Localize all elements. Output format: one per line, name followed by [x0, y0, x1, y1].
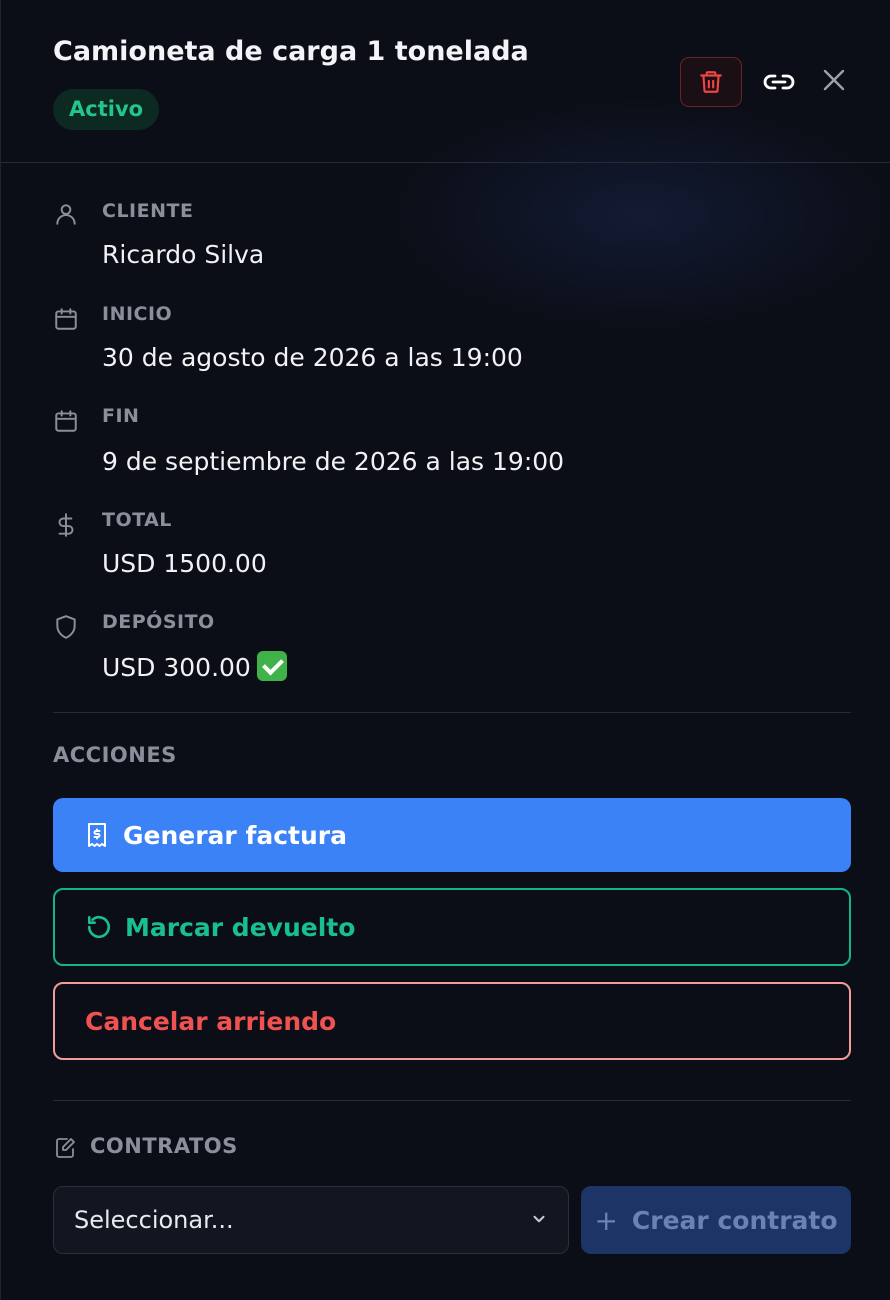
- delete-button[interactable]: [680, 57, 742, 107]
- create-contract-button[interactable]: + Crear contrato: [581, 1186, 851, 1254]
- rotate-ccw-icon: [85, 913, 113, 941]
- field-label: CLIENTE: [102, 200, 194, 222]
- divider: [53, 712, 851, 713]
- generate-invoice-button[interactable]: Generar factura: [53, 798, 851, 872]
- close-icon: [823, 69, 845, 91]
- plus-icon: +: [594, 1203, 618, 1237]
- deposit-amount: USD 300.00: [102, 653, 251, 682]
- field-value: 30 de agosto de 2026 a las 19:00: [102, 343, 523, 372]
- copy-link-button[interactable]: [760, 64, 798, 100]
- field-label: FIN: [102, 405, 140, 427]
- field-label: DEPÓSITO: [102, 611, 215, 633]
- field-label: INICIO: [102, 303, 173, 325]
- section-label-contracts: CONTRATOS: [90, 1134, 238, 1158]
- button-label: Crear contrato: [631, 1205, 838, 1235]
- user-icon: [56, 204, 76, 225]
- panel-header: Camioneta de carga 1 tonelada Activo: [1, 0, 890, 163]
- button-label: Cancelar arriendo: [85, 1006, 337, 1036]
- receipt-icon: [83, 821, 111, 849]
- field-value: Ricardo Silva: [102, 240, 265, 269]
- contract-template-select[interactable]: Seleccionar...: [53, 1186, 569, 1254]
- select-value: Seleccionar...: [74, 1206, 234, 1234]
- divider: [53, 1100, 851, 1101]
- link-icon: [763, 74, 795, 90]
- button-label: Marcar devuelto: [125, 912, 356, 942]
- page-title: Camioneta de carga 1 tonelada: [53, 36, 529, 67]
- field-value: USD 1500.00: [102, 549, 267, 578]
- close-button[interactable]: [816, 62, 852, 98]
- calendar-icon: [55, 410, 77, 432]
- section-label-actions: ACCIONES: [53, 743, 177, 767]
- chevron-down-icon: [533, 1215, 545, 1223]
- mark-returned-button[interactable]: Marcar devuelto: [53, 888, 851, 966]
- cancel-rental-button[interactable]: Cancelar arriendo: [53, 982, 851, 1060]
- shield-icon: [56, 615, 76, 639]
- calendar-icon: [55, 308, 77, 330]
- field-value: USD 300.00: [102, 651, 287, 682]
- field-label: TOTAL: [102, 509, 172, 531]
- button-label: Generar factura: [123, 820, 347, 850]
- edit-document-icon: [56, 1138, 75, 1158]
- field-value: 9 de septiembre de 2026 a las 19:00: [102, 447, 565, 476]
- trash-icon: [700, 71, 722, 93]
- rental-detail-panel: Camioneta de carga 1 tonelada Activo CLI…: [0, 0, 890, 1300]
- dollar-icon: [58, 513, 74, 537]
- status-badge: Activo: [53, 89, 160, 130]
- check-icon: [256, 651, 287, 681]
